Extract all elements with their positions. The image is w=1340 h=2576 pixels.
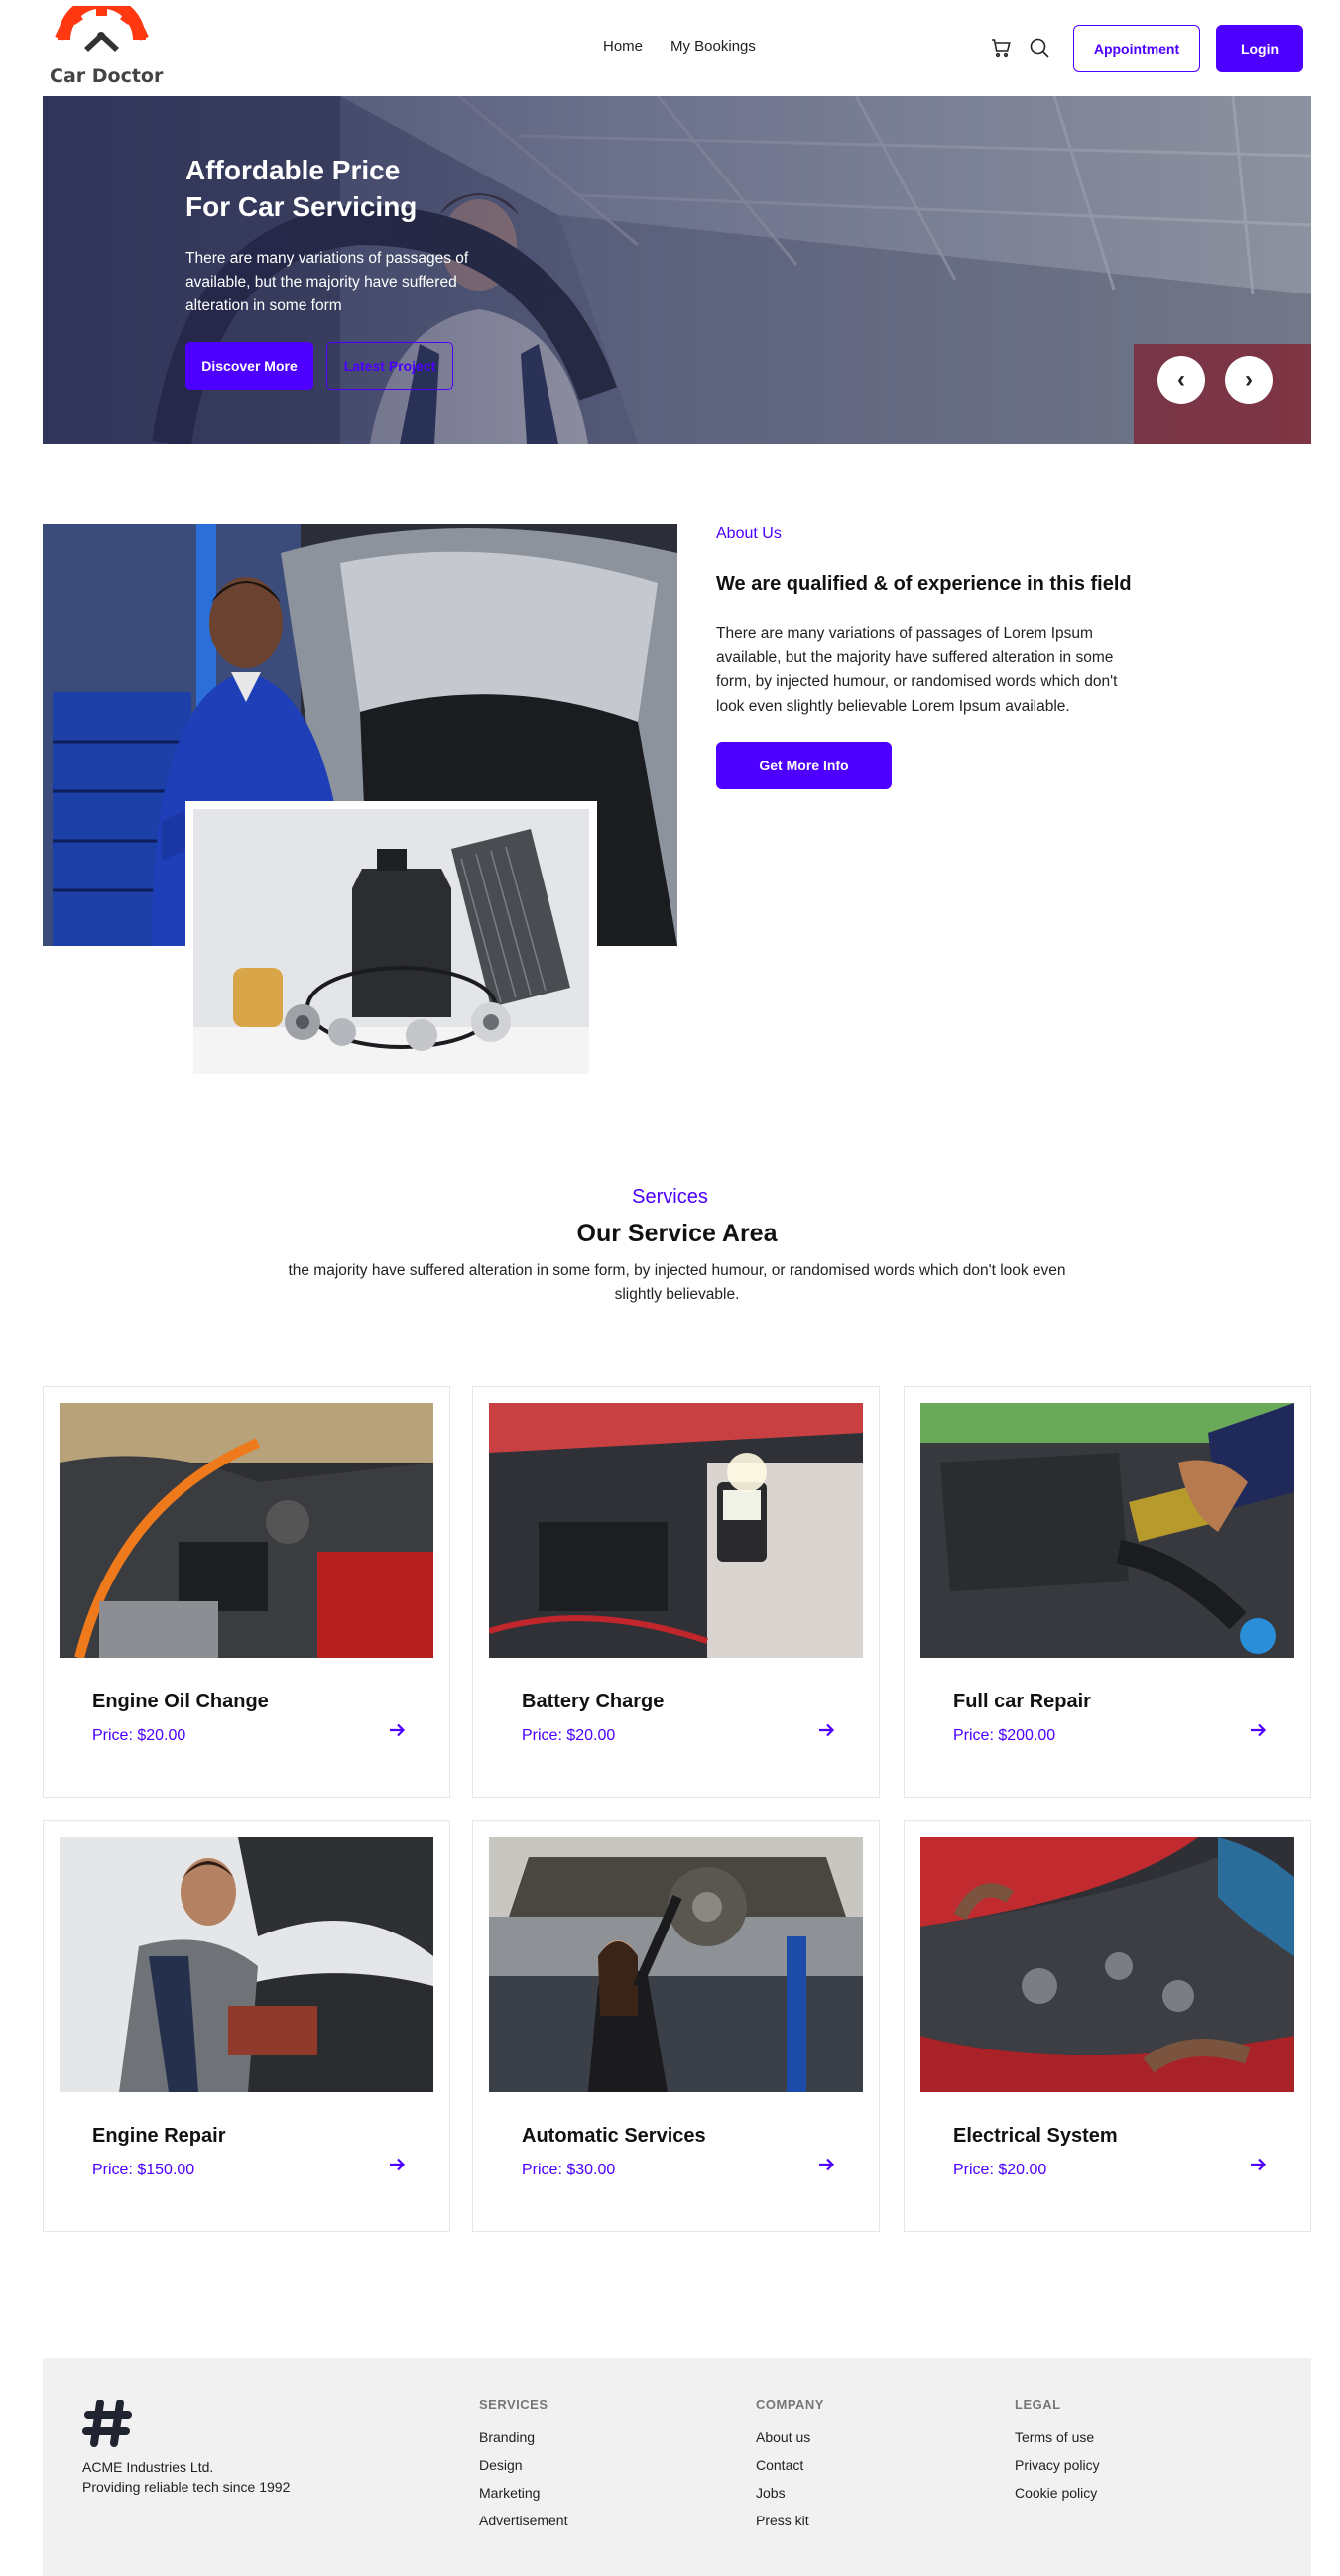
car-parts-photo — [193, 809, 589, 1074]
footer-link[interactable]: Press kit — [756, 2513, 824, 2528]
arrow-right-icon[interactable] — [816, 2155, 836, 2174]
footer-link[interactable]: Cookie policy — [1015, 2485, 1100, 2501]
search-icon[interactable] — [1028, 36, 1051, 59]
service-image — [920, 1837, 1294, 2092]
footer-link[interactable]: Marketing — [479, 2485, 567, 2501]
footer-company-heading: COMPANY — [756, 2398, 824, 2412]
full-car-repair-photo — [920, 1403, 1294, 1658]
footer-legal-column: LEGAL Terms of use Privacy policy Cookie… — [1015, 2398, 1100, 2513]
services-subtitle: the majority have suffered alteration in… — [288, 1262, 1066, 1303]
latest-project-button[interactable]: Latest Project — [326, 342, 453, 390]
about-parts-image — [185, 801, 597, 1082]
footer-link[interactable]: Design — [479, 2457, 567, 2473]
service-card[interactable]: Battery Charge Price: $20.00 — [472, 1386, 880, 1798]
services-title: Our Service Area — [576, 1220, 778, 1247]
service-image — [60, 1837, 433, 2092]
footer-legal-heading: LEGAL — [1015, 2398, 1061, 2412]
service-price: Price: $150.00 — [92, 2162, 195, 2178]
service-name: Battery Charge — [522, 1691, 665, 1712]
arrow-right-icon[interactable] — [1248, 1720, 1268, 1740]
service-image — [920, 1403, 1294, 1658]
arrow-right-icon[interactable] — [387, 1720, 407, 1740]
service-name: Electrical System — [953, 2125, 1118, 2147]
service-price: Price: $20.00 — [92, 1727, 186, 1744]
service-card[interactable]: Full car Repair Price: $200.00 — [904, 1386, 1311, 1798]
service-image — [489, 1837, 863, 2092]
footer: ACME Industries Ltd. Providing reliable … — [43, 2358, 1311, 2576]
about-label: About Us — [716, 526, 782, 542]
arrow-right-icon[interactable] — [1248, 2155, 1268, 2174]
electrical-system-photo — [920, 1837, 1294, 2092]
service-image — [489, 1403, 863, 1658]
footer-company-tagline: Providing reliable tech since 1992 — [82, 2479, 291, 2495]
service-name: Automatic Services — [522, 2125, 706, 2147]
hero-banner: Affordable Price For Car Servicing There… — [43, 96, 1311, 444]
service-card[interactable]: Engine Repair Price: $150.00 — [43, 1820, 450, 2232]
appointment-button[interactable]: Appointment — [1073, 25, 1200, 72]
service-price: Price: $20.00 — [522, 1727, 616, 1744]
footer-link[interactable]: About us — [756, 2429, 824, 2445]
logo[interactable]: Car Doctor — [50, 0, 163, 89]
engine-oil-photo — [60, 1403, 433, 1658]
service-price: Price: $20.00 — [953, 2162, 1047, 2178]
logo-text: Car Doctor — [50, 65, 164, 87]
hero-title: Affordable Price For Car Servicing — [185, 152, 513, 225]
service-card[interactable]: Engine Oil Change Price: $20.00 — [43, 1386, 450, 1798]
service-card[interactable]: Automatic Services Price: $30.00 — [472, 1820, 880, 2232]
navbar: Car Doctor Home My Bookings Appointment … — [0, 0, 1340, 96]
about-description: There are many variations of passages of… — [716, 625, 1118, 715]
battery-charge-photo — [489, 1403, 863, 1658]
service-image — [60, 1403, 433, 1658]
footer-services-column: SERVICES Branding Design Marketing Adver… — [479, 2398, 567, 2540]
discover-more-button[interactable]: Discover More — [185, 342, 313, 390]
hashtag-logo-icon — [82, 2400, 132, 2447]
hero-title-line2: For Car Servicing — [185, 191, 418, 222]
hero-next-button[interactable]: › — [1225, 356, 1273, 404]
hero-prev-button[interactable]: ‹ — [1157, 356, 1205, 404]
footer-services-heading: SERVICES — [479, 2398, 548, 2412]
get-more-info-button[interactable]: Get More Info — [716, 742, 892, 789]
hero-title-line1: Affordable Price — [185, 155, 401, 185]
footer-link[interactable]: Terms of use — [1015, 2429, 1100, 2445]
about-title: We are qualified & of experience in this… — [716, 573, 1132, 595]
nav-link-my-bookings[interactable]: My Bookings — [670, 38, 756, 55]
engine-repair-photo — [60, 1837, 433, 2092]
service-name: Full car Repair — [953, 1691, 1091, 1712]
footer-link[interactable]: Contact — [756, 2457, 824, 2473]
services-label: Services — [632, 1186, 708, 1208]
service-price: Price: $30.00 — [522, 2162, 616, 2178]
automatic-services-photo — [489, 1837, 863, 2092]
footer-link[interactable]: Privacy policy — [1015, 2457, 1100, 2473]
gear-logo-icon — [55, 0, 149, 52]
footer-link[interactable]: Advertisement — [479, 2513, 567, 2528]
nav-link-home[interactable]: Home — [603, 38, 643, 55]
footer-company: ACME Industries Ltd. Providing reliable … — [82, 2457, 290, 2497]
footer-link[interactable]: Jobs — [756, 2485, 824, 2501]
login-button[interactable]: Login — [1216, 25, 1303, 72]
footer-link[interactable]: Branding — [479, 2429, 567, 2445]
service-card[interactable]: Electrical System Price: $20.00 — [904, 1820, 1311, 2232]
nav-links: Home My Bookings — [603, 38, 756, 55]
hero-description: There are many variations of passages of… — [185, 250, 469, 314]
page: Car Doctor Home My Bookings Appointment … — [0, 0, 1340, 2576]
service-name: Engine Oil Change — [92, 1691, 269, 1712]
footer-company-column: COMPANY About us Contact Jobs Press kit — [756, 2398, 824, 2540]
arrow-right-icon[interactable] — [387, 2155, 407, 2174]
footer-company-name: ACME Industries Ltd. — [82, 2459, 214, 2475]
service-name: Engine Repair — [92, 2125, 226, 2147]
service-price: Price: $200.00 — [953, 1727, 1056, 1744]
arrow-right-icon[interactable] — [816, 1720, 836, 1740]
cart-icon[interactable] — [989, 36, 1013, 59]
